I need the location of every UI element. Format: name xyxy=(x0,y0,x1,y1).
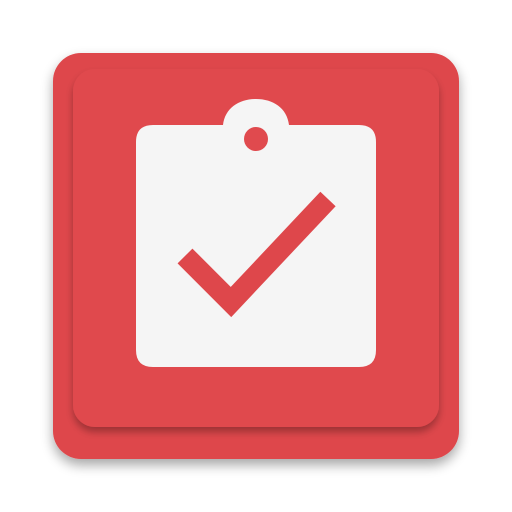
app-icon[interactable] xyxy=(53,53,459,459)
app-icon-canvas xyxy=(0,0,512,512)
clipboard-shape xyxy=(136,99,376,367)
clip-hole xyxy=(244,127,268,151)
clipboard-check-icon xyxy=(53,53,459,459)
